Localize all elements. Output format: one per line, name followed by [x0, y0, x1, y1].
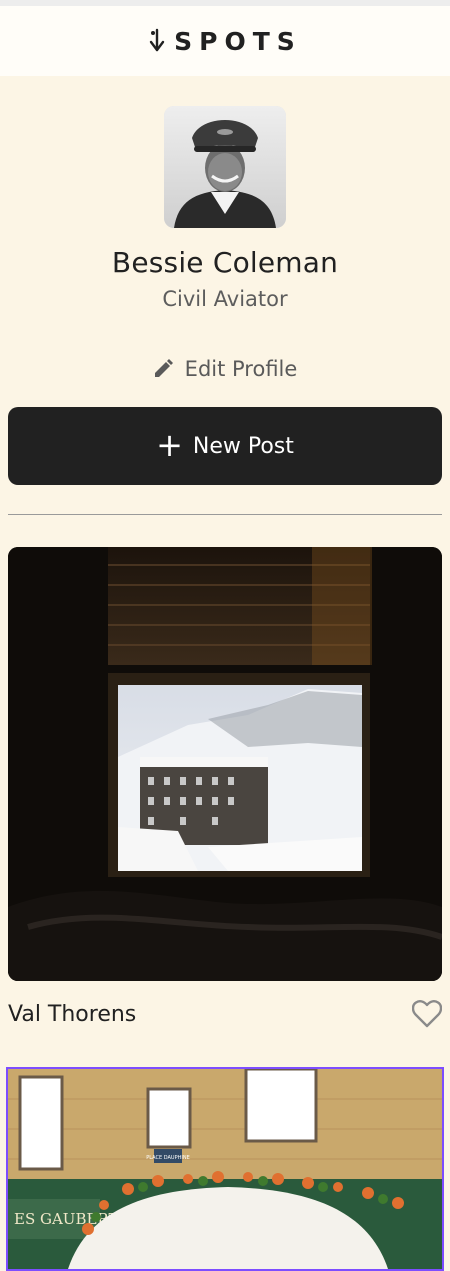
app-header: SPOTS: [0, 6, 450, 76]
post-title: Val Thorens: [8, 1001, 137, 1027]
heart-icon[interactable]: [412, 1000, 442, 1028]
divider: [8, 514, 442, 515]
logo-text: SPOTS: [174, 26, 302, 56]
profile-name: Bessie Coleman: [111, 246, 339, 279]
edit-profile-label: Edit Profile: [184, 357, 298, 381]
plus-icon: +: [156, 425, 183, 464]
post-card: Val Thorens: [8, 547, 442, 1029]
post-card-footer: Val Thorens: [8, 999, 442, 1029]
profile-description: Civil Aviator: [162, 287, 288, 311]
profile-section: Bessie Coleman Civil Aviator Edit Profil…: [0, 106, 450, 381]
avatar: [164, 106, 286, 228]
spots-logo[interactable]: SPOTS: [148, 27, 302, 56]
plaque-text: PLACE DAUPHINE: [146, 1155, 189, 1161]
logo-icon: [149, 28, 165, 52]
new-post-label: New Post: [192, 433, 294, 459]
pencil-icon: [154, 359, 173, 377]
post-image[interactable]: [8, 547, 442, 981]
edit-profile-button[interactable]: Edit Profile: [0, 357, 450, 381]
post-card-partial[interactable]: PLACE DAUPHINE ES GAUBERT: [6, 1067, 444, 1271]
new-post-button[interactable]: + New Post: [8, 407, 442, 485]
